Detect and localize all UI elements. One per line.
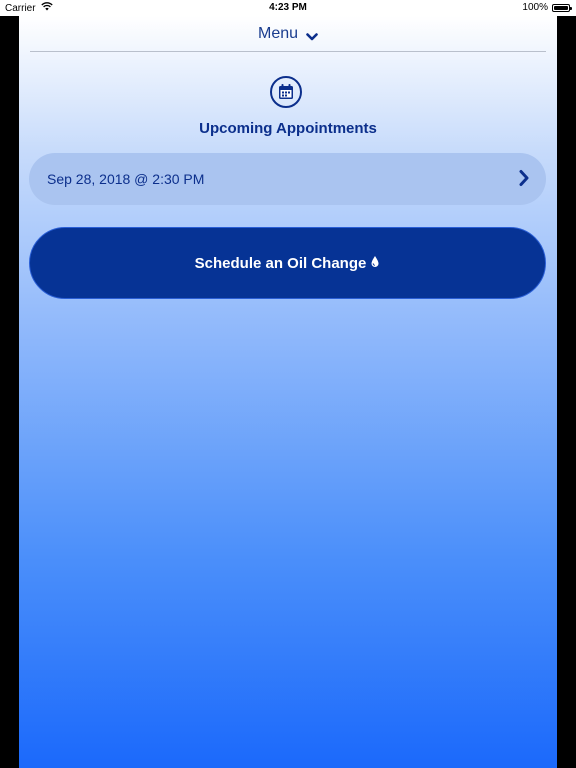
menu-label: Menu — [257, 24, 299, 42]
status-time: 4:23 PM — [269, 2, 307, 13]
appointment-row[interactable]: Sep 28, 2018 @ 2:30 PM — [29, 153, 546, 205]
battery-icon — [552, 3, 572, 12]
schedule-oil-change-button[interactable]: Schedule an Oil Change — [29, 227, 546, 299]
appointment-date: Sep 28, 2018 @ 2:30 PM — [47, 171, 205, 187]
chevron-down-icon — [306, 29, 318, 40]
status-bar: Carrier 4:23 PM 100% — [0, 0, 576, 16]
battery-percent: 100% — [522, 2, 548, 13]
chevron-right-icon — [518, 169, 530, 190]
status-right: 100% — [522, 2, 572, 13]
cta-label: Schedule an Oil Change — [194, 254, 367, 272]
oil-drop-icon — [370, 254, 380, 272]
calendar-icon — [270, 76, 302, 108]
battery-fill — [554, 5, 568, 10]
section-title: Upcoming Appointments — [199, 120, 377, 137]
menu-button[interactable]: Menu — [30, 16, 546, 52]
main-panel: Menu Upcoming Appointments Sep 28, 2018 … — [19, 16, 557, 768]
